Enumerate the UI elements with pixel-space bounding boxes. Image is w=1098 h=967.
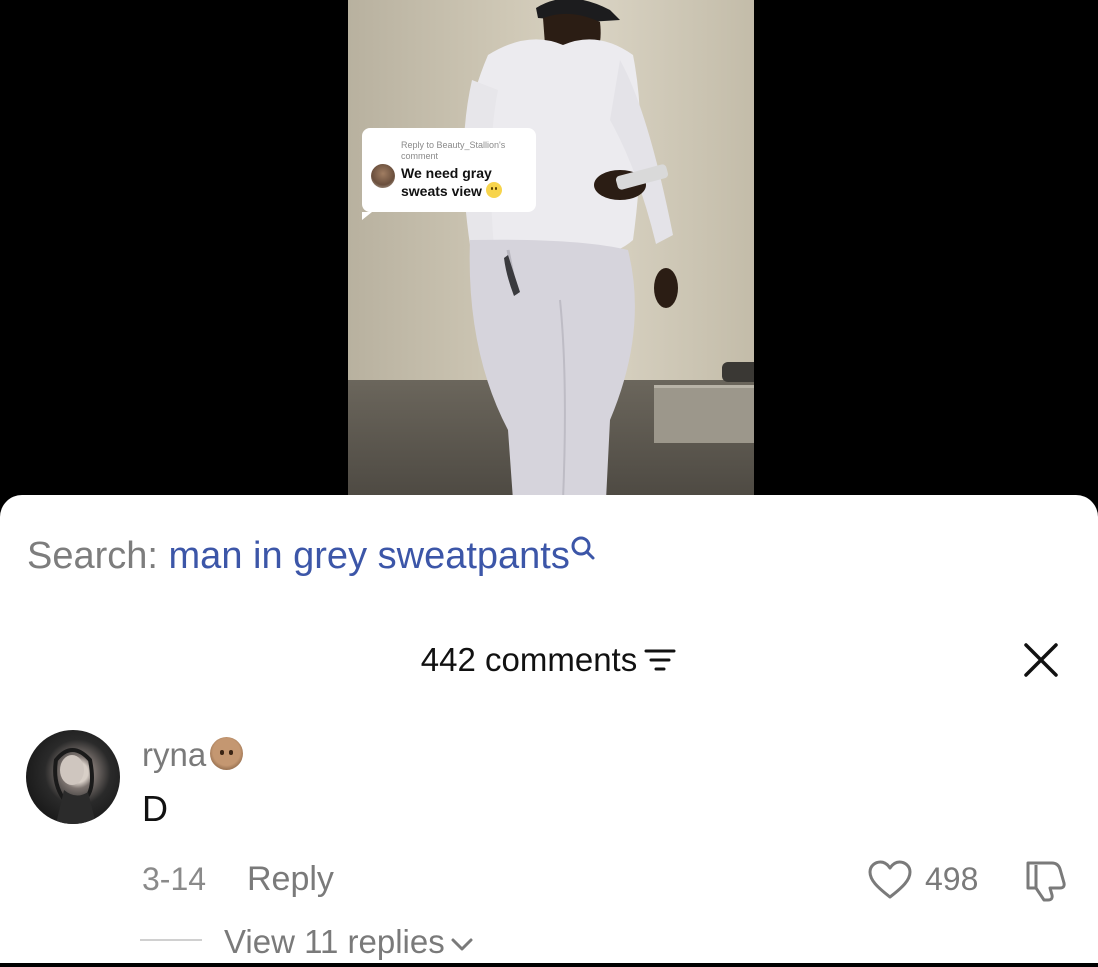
comment-text: D — [142, 788, 168, 829]
reply-bubble[interactable]: Reply to Beauty_Stallion's comment We ne… — [362, 128, 536, 220]
video-frame[interactable] — [348, 0, 754, 500]
search-prefix: Search: — [27, 535, 158, 577]
like-count: 498 — [925, 861, 979, 897]
comment-username[interactable]: ryna — [142, 735, 244, 775]
thumbs-down-icon[interactable] — [1022, 857, 1068, 903]
bald-man-emoji-icon — [210, 737, 244, 770]
reply-bubble-text: We need gray sweats view — [401, 164, 528, 200]
reply-bubble-text-content: We need gray sweats view — [401, 165, 492, 199]
avatar-image — [53, 748, 96, 824]
comment-username-text[interactable]: ryna — [142, 736, 206, 773]
reply-bubble-subtitle: Reply to Beauty_Stallion's comment — [401, 140, 506, 161]
slight-smile-emoji-icon — [485, 182, 502, 198]
chevron-down-icon — [451, 938, 473, 951]
reply-bubble-avatar — [371, 164, 395, 188]
replies-divider — [140, 939, 202, 941]
close-icon[interactable] — [1022, 641, 1060, 679]
reply-button[interactable]: Reply — [247, 857, 334, 901]
view-replies-button[interactable]: View 11 replies — [224, 922, 475, 962]
heart-icon[interactable] — [867, 859, 913, 901]
comment-date: 3-14 — [142, 861, 207, 897]
comments-count: 442 comments — [420, 641, 638, 678]
search-suggestion[interactable]: Search: man in grey sweatpants — [27, 533, 596, 579]
search-icon[interactable] — [570, 535, 596, 565]
comment-item: ryna D 3-14 Reply 498 View 11 replies — [0, 727, 1098, 967]
comments-sheet: Search: man in grey sweatpants 442 comme… — [0, 495, 1098, 963]
view-replies-label[interactable]: View 11 replies — [224, 923, 445, 960]
video-person — [463, 0, 678, 500]
avatar[interactable] — [26, 730, 120, 824]
comments-header: 442 comments — [0, 635, 1098, 685]
search-query-link[interactable]: man in grey sweatpants — [169, 535, 570, 577]
filter-icon[interactable] — [643, 646, 677, 674]
video-area[interactable]: Reply to Beauty_Stallion's comment We ne… — [0, 0, 1098, 500]
